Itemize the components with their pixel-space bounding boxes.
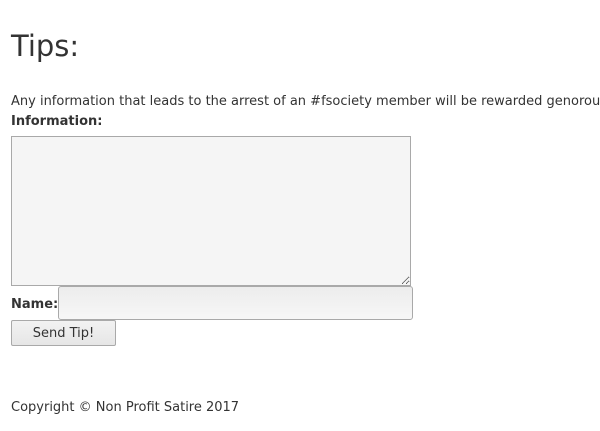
copyright-text: Copyright © Non Profit Satire 2017 [11, 400, 240, 415]
name-input[interactable] [58, 286, 413, 320]
tips-page: Tips: Any information that leads to the … [0, 0, 600, 431]
page-title: Tips: [11, 29, 80, 63]
information-textarea[interactable] [11, 136, 411, 286]
information-label: Information: [11, 114, 103, 129]
name-label: Name: [11, 297, 59, 312]
send-tip-button[interactable]: Send Tip! [11, 320, 116, 346]
reward-notice: Any information that leads to the arrest… [11, 94, 600, 109]
